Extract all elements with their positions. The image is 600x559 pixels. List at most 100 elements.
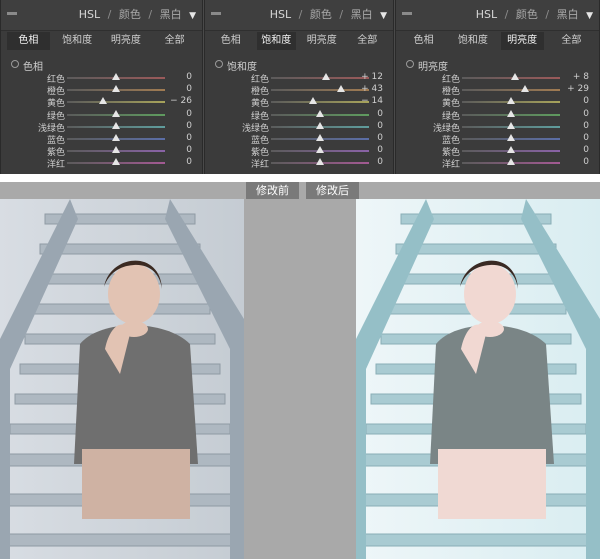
slider-value: + 12 xyxy=(361,72,383,82)
slider-knob-icon[interactable] xyxy=(112,121,120,129)
slider-value: 0 xyxy=(186,133,192,143)
slider-knob-icon[interactable] xyxy=(316,121,324,129)
target-adjust-icon[interactable] xyxy=(406,60,414,68)
tab-all[interactable]: 全部 xyxy=(549,32,593,50)
slider-knob-icon[interactable] xyxy=(112,158,120,166)
slider-row: 蓝色 0 xyxy=(396,133,599,146)
title-color[interactable]: 颜色 xyxy=(119,8,141,21)
slider-row: 红色 + 12 xyxy=(205,72,393,85)
tab-hue[interactable]: 色相 xyxy=(211,32,251,50)
slider-label: 蓝色 xyxy=(46,136,65,146)
slider-row: 黄色 − 26 xyxy=(1,96,202,109)
slider-knob-icon[interactable] xyxy=(507,134,515,141)
tab-saturation[interactable]: 饱和度 xyxy=(55,32,99,50)
section-title: 饱和度 xyxy=(227,62,257,73)
slider-row: 蓝色 0 xyxy=(205,133,393,146)
slider-knob-icon[interactable] xyxy=(99,97,108,105)
title-color[interactable]: 颜色 xyxy=(516,8,538,21)
title-bw[interactable]: 黑白 xyxy=(557,8,579,21)
slider-value: 0 xyxy=(583,145,589,156)
slider-knob-icon[interactable] xyxy=(316,158,324,166)
hsl-panel-luminance: HSL / 颜色 / 黑白 ▼ 色相 饱和度 明亮度 全部 明亮度 红色 + 8 橙… xyxy=(395,0,600,174)
panel-title[interactable]: HSL / 颜色 / 黑白 ▼ xyxy=(476,6,593,22)
slider-knob-icon[interactable] xyxy=(112,134,120,141)
tab-saturation[interactable]: 饱和度 xyxy=(256,32,296,50)
tab-bar: 色相 饱和度 明亮度 全部 xyxy=(211,32,387,50)
slider-knob-icon[interactable] xyxy=(507,158,515,166)
slider-knob-icon[interactable] xyxy=(321,73,330,80)
tab-hue[interactable]: 色相 xyxy=(402,32,446,50)
slider-knob-icon[interactable] xyxy=(336,85,345,93)
before-photo xyxy=(0,199,244,559)
slider-knob-icon[interactable] xyxy=(507,97,515,105)
slider-knob-icon[interactable] xyxy=(510,73,519,80)
slider-label: 紫色 xyxy=(441,148,460,159)
triangle-down-icon[interactable]: ▼ xyxy=(380,11,387,21)
triangle-down-icon[interactable]: ▼ xyxy=(586,11,593,21)
slider-knob-icon[interactable] xyxy=(316,109,324,117)
slider-knob-icon[interactable] xyxy=(112,85,120,93)
panel-header: HSL / 颜色 / 黑白 ▼ xyxy=(1,0,202,31)
triangle-down-icon[interactable]: ▼ xyxy=(189,11,196,21)
slider-label: 黄色 xyxy=(250,99,269,110)
tab-luminance[interactable]: 明亮度 xyxy=(302,32,342,50)
slider-row: 紫色 0 xyxy=(396,145,599,159)
slider-track[interactable] xyxy=(271,101,369,104)
target-adjust-icon[interactable] xyxy=(11,60,19,68)
tab-all[interactable]: 全部 xyxy=(153,32,196,50)
title-hsl[interactable]: HSL xyxy=(270,8,291,21)
title-bw[interactable]: 黑白 xyxy=(160,8,182,21)
slider-label: 橙色 xyxy=(46,87,65,98)
panel-collapse-handle-icon[interactable] xyxy=(211,12,221,15)
slider-row: 浅绿色 0 xyxy=(1,121,202,134)
slider-knob-icon[interactable] xyxy=(316,146,324,154)
slider-knob-icon[interactable] xyxy=(520,85,529,93)
tab-bar: 色相 饱和度 明亮度 全部 xyxy=(402,32,593,50)
slider-track[interactable] xyxy=(271,89,369,92)
tab-all[interactable]: 全部 xyxy=(347,32,387,50)
slider-track[interactable] xyxy=(67,101,165,104)
slider-label: 洋红 xyxy=(250,160,269,171)
tab-luminance[interactable]: 明亮度 xyxy=(104,32,148,50)
slider-value: 0 xyxy=(377,145,383,156)
panel-header: HSL / 颜色 / 黑白 ▼ xyxy=(396,0,599,31)
tab-saturation[interactable]: 饱和度 xyxy=(451,32,495,50)
title-sep-2: / xyxy=(148,8,153,21)
slider-label: 橙色 xyxy=(441,87,460,98)
panel-title[interactable]: HSL / 颜色 / 黑白 ▼ xyxy=(79,6,196,22)
slider-knob-icon[interactable] xyxy=(507,109,515,117)
slider-row: 蓝色 0 xyxy=(1,133,202,146)
slider-track[interactable] xyxy=(271,77,369,79)
slider-value: + 29 xyxy=(567,84,589,95)
panel-collapse-handle-icon[interactable] xyxy=(7,12,17,15)
title-hsl[interactable]: HSL xyxy=(476,8,497,21)
title-color[interactable]: 颜色 xyxy=(310,8,332,21)
slider-knob-icon[interactable] xyxy=(316,134,324,141)
slider-knob-icon[interactable] xyxy=(507,121,515,129)
tab-luminance[interactable]: 明亮度 xyxy=(500,32,544,50)
slider-knob-icon[interactable] xyxy=(112,109,120,117)
target-adjust-icon[interactable] xyxy=(215,60,223,68)
slider-label: 浅绿色 xyxy=(432,123,460,134)
slider-row: 洋红 0 xyxy=(396,157,599,170)
slider-label: 浅绿色 xyxy=(241,123,269,134)
slider-row: 绿色 0 xyxy=(396,109,599,122)
title-sep-2: / xyxy=(339,8,344,21)
slider-knob-icon[interactable] xyxy=(309,97,318,105)
hsl-panel-saturation: HSL / 颜色 / 黑白 ▼ 色相 饱和度 明亮度 全部 饱和度 红色 + 12… xyxy=(204,0,394,174)
slider-label: 绿色 xyxy=(46,111,65,122)
slider-knob-icon[interactable] xyxy=(112,73,120,80)
tab-hue[interactable]: 色相 xyxy=(7,32,50,50)
slider-label: 紫色 xyxy=(46,148,65,159)
slider-knob-icon[interactable] xyxy=(507,146,515,154)
slider-track[interactable] xyxy=(462,89,560,92)
panel-collapse-handle-icon[interactable] xyxy=(402,12,412,15)
title-sep-2: / xyxy=(545,8,550,21)
slider-label: 红色 xyxy=(46,75,65,85)
title-bw[interactable]: 黑白 xyxy=(351,8,373,21)
slider-row: 浅绿色 0 xyxy=(205,121,393,134)
panel-title[interactable]: HSL / 颜色 / 黑白 ▼ xyxy=(270,6,387,22)
slider-knob-icon[interactable] xyxy=(112,146,120,154)
after-photo xyxy=(356,199,600,559)
title-hsl[interactable]: HSL xyxy=(79,8,100,21)
